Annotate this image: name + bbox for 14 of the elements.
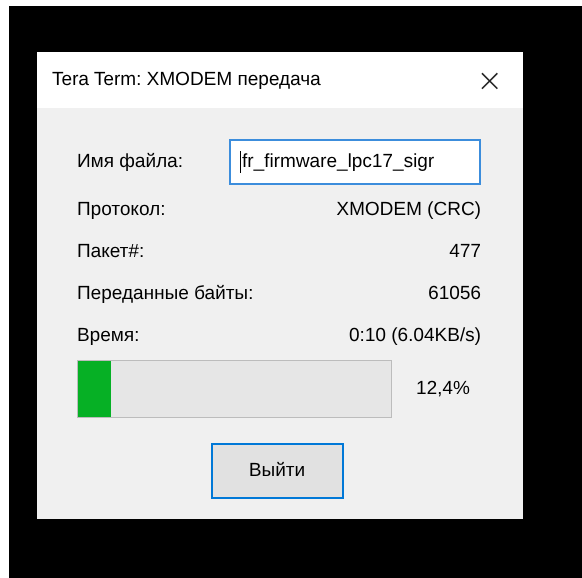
window-title: Tera Term: XMODEM передача — [52, 69, 321, 91]
field-value: 0:10 (6.04KB/s) — [348, 325, 481, 347]
close-button[interactable]: × — [476, 64, 503, 96]
field-label: Время: — [77, 325, 140, 347]
file-name-field[interactable]: fr_firmware_lpc17_sigr — [229, 139, 481, 185]
field-label: Переданные байты: — [77, 283, 254, 305]
field-value: 61056 — [428, 283, 481, 305]
progress-percent: 12,4% — [416, 378, 470, 400]
exit-button[interactable]: Выйти — [210, 443, 344, 499]
field-label: Протокол: — [77, 199, 166, 221]
field-label: Имя файла: — [77, 151, 184, 173]
field-value: XMODEM (CRC) — [336, 199, 481, 221]
field-value: 477 — [449, 241, 481, 263]
field-label: Пакет#: — [77, 241, 144, 263]
